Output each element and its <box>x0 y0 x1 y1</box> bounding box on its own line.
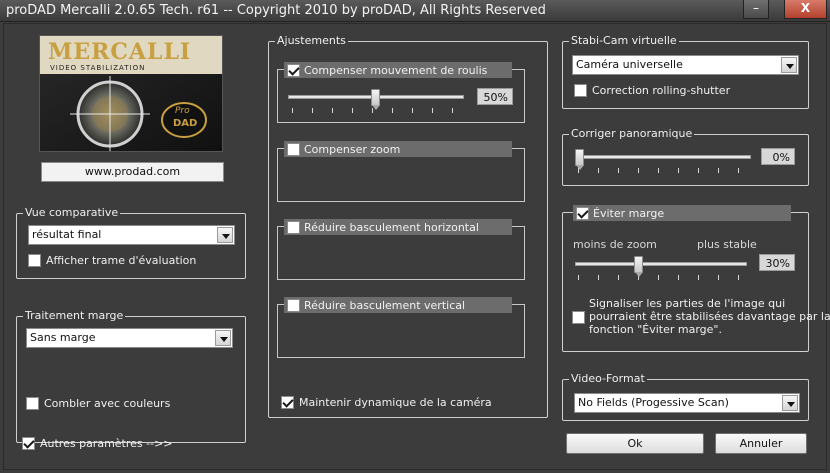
traitement-marge-value: Sans marge <box>30 331 96 344</box>
signaliser-line-2: pourraient être stabilisées davantage pa… <box>589 310 830 323</box>
zoom-header[interactable]: Compenser zoom <box>284 141 512 157</box>
horizontal-header[interactable]: Réduire basculement horizontal <box>284 219 512 235</box>
zoom-box: Compenser zoom <box>277 141 525 202</box>
stabicam-group: Stabi-Cam virtuelle Caméra universelle C… <box>562 34 809 109</box>
dynamique-row[interactable]: Maintenir dynamique de la caméra <box>281 396 492 409</box>
autres-parametres-row[interactable]: Autres paramètres -->> <box>22 437 173 450</box>
eviter-marge-value: 30% <box>759 254 795 271</box>
vue-comparative-value: résultat final <box>32 228 102 241</box>
prodad-badge-pro: Pro <box>175 106 190 116</box>
plus-stable-label: plus stable <box>697 238 757 251</box>
roulis-box: Compenser mouvement de roulis 50% <box>277 62 525 123</box>
video-format-value: No Fields (Progessive Scan) <box>578 396 729 409</box>
signaliser-line-3: fonction "Éviter marge". <box>589 323 722 336</box>
panoramique-title: Corriger panoramique <box>569 127 695 140</box>
eviter-marge-slider-ticks <box>578 275 746 280</box>
horizontal-checkbox[interactable] <box>287 220 300 234</box>
dynamique-checkbox[interactable] <box>281 396 294 409</box>
ajustements-title: Ajustements <box>275 34 348 47</box>
cancel-button[interactable]: Annuler <box>715 433 807 454</box>
vertical-header[interactable]: Réduire basculement vertical <box>284 297 512 313</box>
window-title: proDAD Mercalli 2.0.65 Tech. r61 -- Copy… <box>6 3 546 18</box>
roulis-label: Compenser mouvement de roulis <box>304 63 488 77</box>
mercalli-logo: MERCALLI VIDEO STABILIZATION Pro DAD <box>39 35 223 152</box>
roulis-header[interactable]: Compenser mouvement de roulis <box>284 62 512 78</box>
panoramique-slider-thumb[interactable] <box>575 149 584 170</box>
vertical-checkbox[interactable] <box>287 298 300 312</box>
combler-couleurs-checkbox[interactable] <box>26 397 39 410</box>
zoom-checkbox[interactable] <box>287 142 300 156</box>
title-bar: proDAD Mercalli 2.0.65 Tech. r61 -- Copy… <box>0 0 830 22</box>
roulis-value: 50% <box>477 88 513 105</box>
afficher-trame-checkbox[interactable] <box>28 254 41 267</box>
signaliser-line-1: Signaliser les parties de l'image qui <box>589 297 786 310</box>
roulis-checkbox[interactable] <box>287 63 300 77</box>
signaliser-checkbox[interactable] <box>572 311 585 324</box>
panoramique-slider-track[interactable] <box>575 155 751 159</box>
panoramique-value: 0% <box>761 148 795 165</box>
stabicam-title: Stabi-Cam virtuelle <box>569 34 679 47</box>
ok-button[interactable]: Ok <box>566 433 704 454</box>
rolling-shutter-row[interactable]: Correction rolling-shutter <box>574 84 730 97</box>
autres-parametres-label: Autres paramètres -->> <box>40 437 173 450</box>
afficher-trame-label: Afficher trame d'évaluation <box>46 254 197 267</box>
minimize-button[interactable]: – <box>743 0 769 19</box>
traitement-marge-title: Traitement marge <box>23 309 126 322</box>
logo-brand-text: MERCALLI <box>48 39 192 65</box>
moins-zoom-label: moins de zoom <box>573 238 657 251</box>
signaliser-label: Signaliser les parties de l'image qui po… <box>589 297 830 336</box>
prodad-badge-dad: DAD <box>173 118 198 129</box>
vue-comparative-group: Vue comparative résultat final Afficher … <box>16 206 246 279</box>
eviter-marge-slider-track[interactable] <box>575 262 747 266</box>
chevron-down-icon[interactable] <box>782 395 798 411</box>
rolling-shutter-label: Correction rolling-shutter <box>592 84 731 97</box>
combler-couleurs-row[interactable]: Combler avec couleurs <box>26 397 170 410</box>
dialog-client-area: MERCALLI VIDEO STABILIZATION Pro DAD www… <box>3 23 830 470</box>
video-format-select[interactable]: No Fields (Progessive Scan) <box>574 393 800 413</box>
ajustements-group: Ajustements Compenser mouvement de rouli… <box>268 34 548 418</box>
roulis-slider-thumb[interactable] <box>371 89 380 110</box>
stabicam-select[interactable]: Caméra universelle <box>572 55 799 75</box>
eviter-marge-header[interactable]: Éviter marge <box>573 205 791 221</box>
close-icon: X <box>800 1 811 15</box>
vue-comparative-select[interactable]: résultat final <box>28 225 235 245</box>
rolling-shutter-checkbox[interactable] <box>574 84 587 97</box>
close-button[interactable]: X <box>784 0 827 19</box>
stabicam-value: Caméra universelle <box>576 58 683 71</box>
video-format-title: Video-Format <box>569 372 647 385</box>
afficher-trame-row[interactable]: Afficher trame d'évaluation <box>28 254 196 267</box>
chevron-down-icon[interactable] <box>781 57 797 73</box>
horizontal-label: Réduire basculement horizontal <box>304 220 479 234</box>
autres-parametres-checkbox[interactable] <box>22 437 35 450</box>
vertical-box: Réduire basculement vertical <box>277 297 525 358</box>
chevron-down-icon[interactable] <box>217 227 233 243</box>
vertical-label: Réduire basculement vertical <box>304 298 466 312</box>
zoom-label: Compenser zoom <box>304 142 401 156</box>
chevron-down-icon[interactable] <box>215 330 231 346</box>
website-link[interactable]: www.prodad.com <box>41 162 224 182</box>
minimize-icon: – <box>753 1 759 15</box>
vue-comparative-title: Vue comparative <box>23 206 121 219</box>
eviter-marge-title: Éviter marge <box>593 206 665 220</box>
combler-couleurs-label: Combler avec couleurs <box>44 397 171 410</box>
video-format-group: Video-Format No Fields (Progessive Scan) <box>562 372 809 421</box>
traitement-marge-group: Traitement marge Sans marge Combler avec… <box>16 309 246 443</box>
dynamique-label: Maintenir dynamique de la caméra <box>299 396 492 409</box>
eviter-marge-checkbox[interactable] <box>576 206 589 220</box>
logo-tagline: VIDEO STABILIZATION <box>50 64 146 72</box>
horizontal-box: Réduire basculement horizontal <box>277 219 525 280</box>
eviter-marge-group: Éviter marge moins de zoom plus stable 3… <box>562 205 830 352</box>
panoramique-group: Corriger panoramique 0% <box>562 127 809 186</box>
panoramique-slider-ticks <box>578 168 748 173</box>
traitement-marge-select[interactable]: Sans marge <box>26 328 233 348</box>
eviter-marge-slider-thumb[interactable] <box>634 256 643 277</box>
